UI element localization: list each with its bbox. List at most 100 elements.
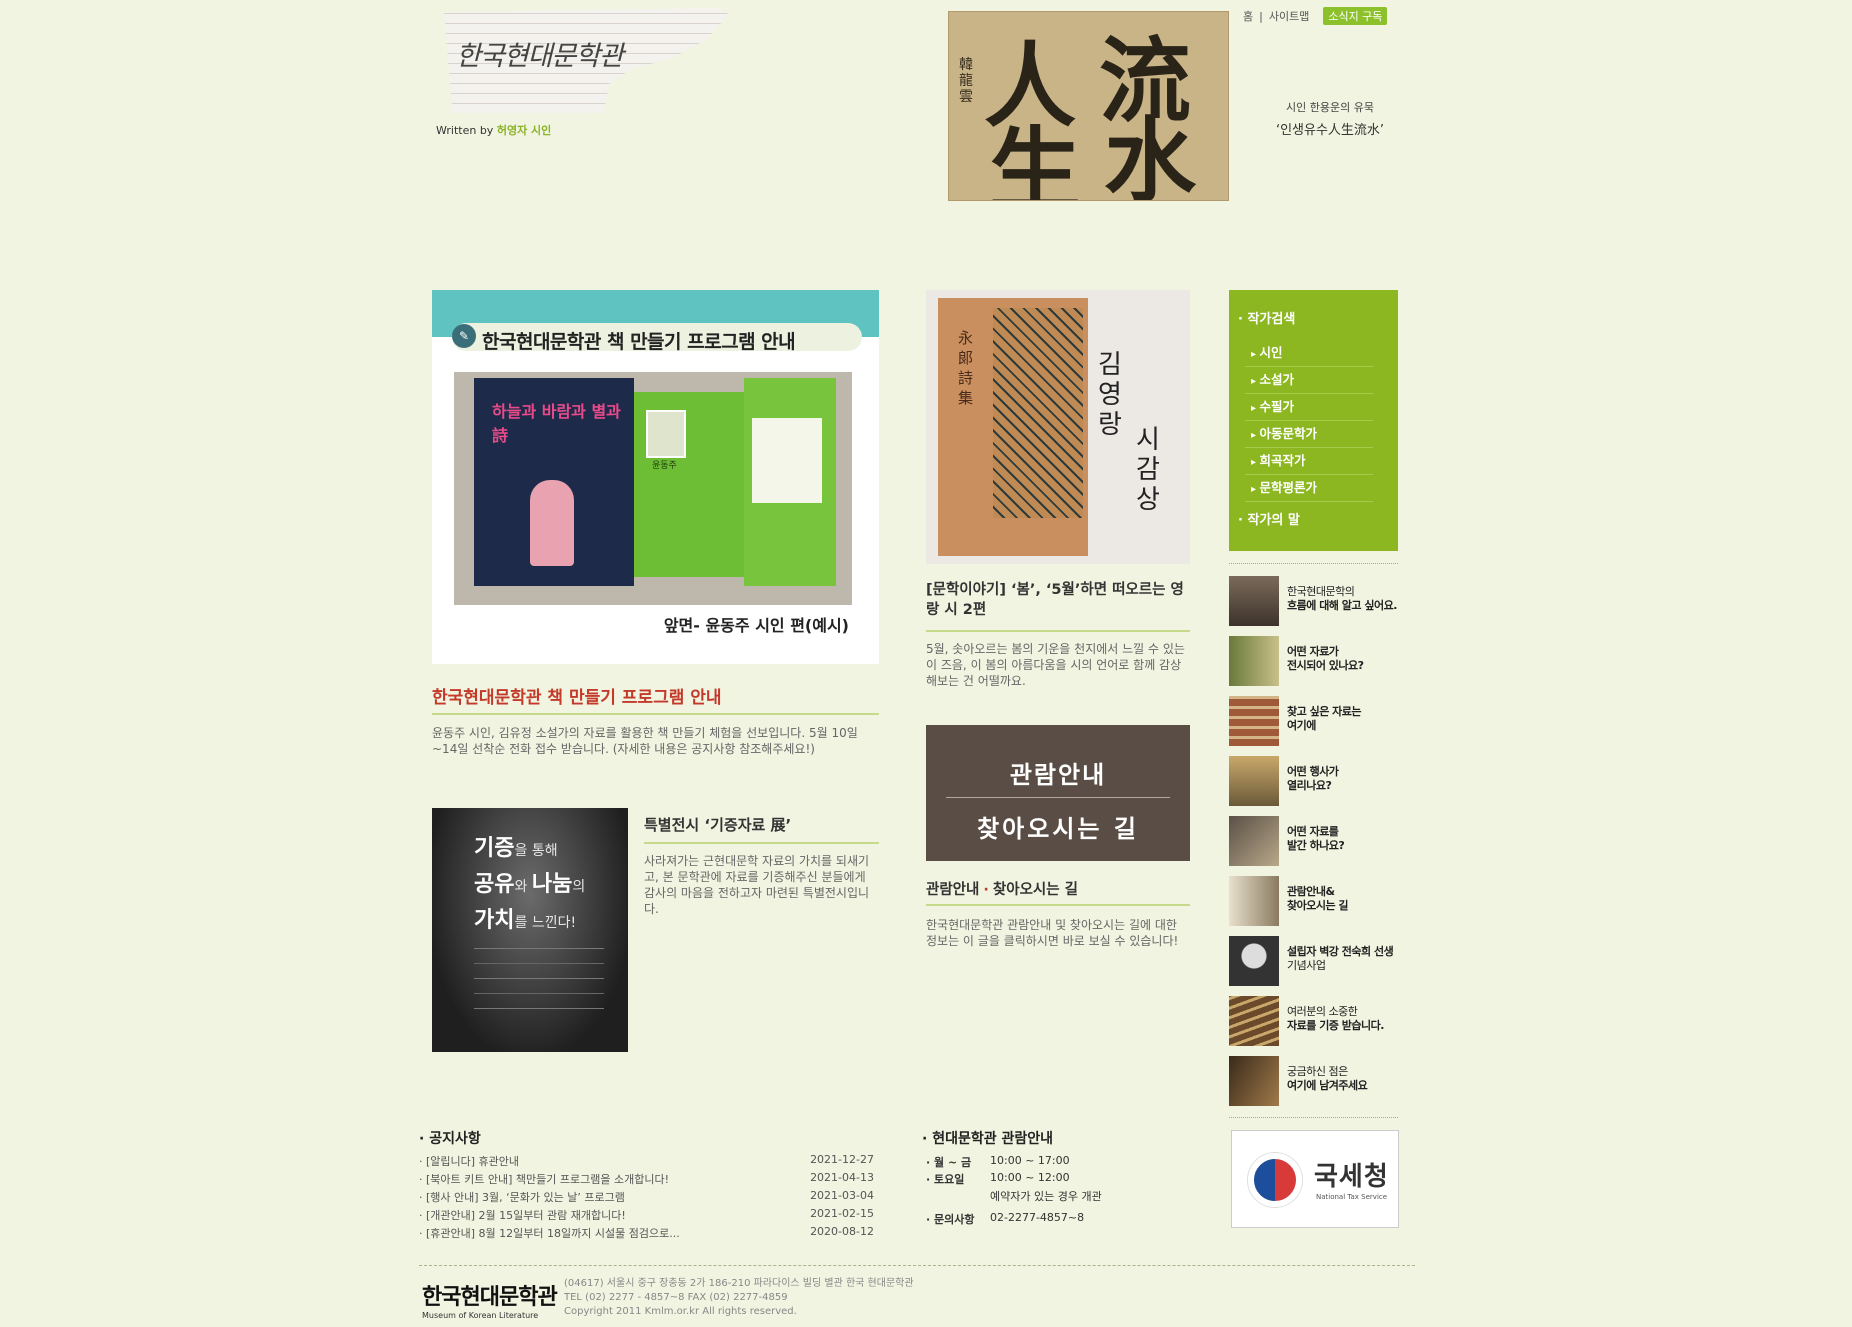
footer-copyright: Copyright 2011 Kmlm.or.kr All rights res…	[564, 1306, 797, 1317]
divider	[644, 842, 879, 844]
donation-exhibit-poster[interactable]: 기증을 통해 공유와 나눔의 가치를 느낀다!	[432, 808, 628, 1052]
footer-logo: 한국현대문학관 Museum of Korean Literature	[422, 1279, 558, 1320]
quicklink-inquiry[interactable]: 궁금하신 점은 여기에 남겨주세요	[1229, 1056, 1404, 1106]
subscribe-button[interactable]: 소식지 구독	[1323, 7, 1388, 25]
nts-subtitle: National Tax Service	[1316, 1193, 1388, 1201]
donation-exhibit-description: 사라져가는 근현대문학 자료의 가치를 되새기고, 본 문학관에 자료를 기증해…	[644, 854, 870, 916]
book-cover-text: 永郞詩集	[958, 329, 974, 407]
girl-figure-image	[530, 480, 574, 566]
book-program-description: 윤동주 시인, 김유정 소설가의 자료를 활용한 책 만들기 체험을 선보입니다…	[432, 726, 858, 756]
sidebar-item-essayist[interactable]: 수필가	[1245, 394, 1373, 421]
typewriter-thumbnail	[1229, 576, 1279, 626]
book-photo-caption: 앞면- 윤동주 시인 편(예시)	[663, 616, 849, 635]
site-logo[interactable]: 한국현대문학관	[456, 34, 624, 73]
visit-guide-image[interactable]: 관람안내 찾아오시는 길	[926, 725, 1190, 861]
quicklink-text: 궁금하신 점은 여기에 남겨주세요	[1287, 1065, 1368, 1092]
list-item[interactable]: · [휴관안내] 8월 12일부터 18일까지 시설물 점검으로... 2020-…	[419, 1225, 874, 1243]
quicklink-text: 여러분의 소중한 자료를 기증 받습니다.	[1287, 1005, 1384, 1032]
poster-text: 를 느낀다!	[514, 915, 577, 931]
visit-value: 10:00 ~ 17:00	[990, 1154, 1070, 1167]
visit-title-separator: ·	[983, 882, 989, 898]
visit-image-line1: 관람안내	[1009, 761, 1107, 789]
poster-word-share: 공유	[474, 872, 515, 897]
quicklink-events[interactable]: 어떤 행사가 열리나요?	[1229, 756, 1404, 806]
visit-value: 예약자가 있는 경우 개관	[990, 1190, 1102, 1203]
divider	[432, 713, 879, 715]
pens-thumbnail	[1229, 816, 1279, 866]
home-link[interactable]: 홈	[1243, 8, 1253, 24]
book-program-title[interactable]: 한국현대문학관 책 만들기 프로그램 안내	[432, 683, 722, 708]
calligraphy-caption-line1: 시인 한용운의 유묵	[1286, 101, 1374, 114]
quicklink-founder[interactable]: 설립자 벽강 전숙희 선생 기념사업	[1229, 936, 1404, 986]
quicklink-text: 어떤 자료가 전시되어 있나요?	[1287, 645, 1364, 672]
kimyoungrang-title[interactable]: [문학이야기] ‘봄’, ‘5월’하면 떠오르는 영랑 시 2편	[926, 580, 1190, 620]
divider	[1229, 563, 1398, 564]
quicklink-text: 찾고 싶은 자료는 여기에	[1287, 705, 1362, 732]
visit-label	[926, 1188, 990, 1205]
poster-text: 을 통해	[514, 843, 558, 859]
poster-word-donation: 기증	[474, 836, 515, 861]
sidebar-section-author-search[interactable]: · 작가검색	[1238, 308, 1295, 327]
poster-text: 와	[514, 879, 532, 895]
visit-image-line2: 찾아오시는 길	[977, 815, 1139, 843]
books-thumbnail	[1229, 696, 1279, 746]
list-item[interactable]: · [개관안내] 2월 15일부터 관람 재개합니다! 2021-02-15	[419, 1207, 874, 1225]
list-item[interactable]: · [행사 안내] 3월, ‘문화가 있는 날’ 프로그램 2021-03-04	[419, 1189, 874, 1207]
visit-value: 02-2277-4857~8	[990, 1211, 1085, 1224]
visit-title-part1: 관람안내	[926, 882, 980, 898]
calligraphy-char: 生	[989, 117, 1082, 201]
poster-text: 의	[572, 879, 586, 895]
quicklink-visit-guide[interactable]: 관람안내& 찾아오시는 길	[1229, 876, 1404, 926]
overlay-text-1: 김영랑	[1098, 350, 1122, 440]
donation-exhibit-title[interactable]: 특별전시 ‘기증자료 展’	[644, 814, 791, 835]
book-cover-left: 하늘과 바람과 별과 詩	[474, 378, 634, 586]
notices-list: · [알립니다] 휴관안내 2021-12-27 · [북아트 키트 안내] 책만…	[419, 1153, 874, 1243]
calligraphy-caption-line2: ‘인생유수人生流水’	[1275, 123, 1385, 138]
sidebar-section-authors-words[interactable]: · 작가의 말	[1238, 509, 1300, 528]
quicklink-text: 어떤 행사가 열리나요?	[1287, 765, 1339, 792]
book-program-image[interactable]: ✎ 한국현대문학관 책 만들기 프로그램 안내 하늘과 바람과 별과 詩 윤동주…	[432, 290, 879, 664]
manuscript-thumbnail	[1229, 636, 1279, 686]
visit-label: · 문의사항	[926, 1213, 975, 1226]
note-image	[752, 418, 822, 503]
quicklink-exhibits[interactable]: 어떤 자료가 전시되어 있나요?	[1229, 636, 1404, 686]
visit-value: 10:00 ~ 12:00	[990, 1171, 1070, 1184]
footer-logo-en: Museum of Korean Literature	[422, 1311, 539, 1320]
nts-banner[interactable]: 국세청 National Tax Service	[1231, 1130, 1399, 1228]
pencil-icon: ✎	[452, 324, 476, 348]
kimyoungrang-image[interactable]: 永郞詩集 김영랑 시감상	[926, 290, 1190, 564]
quicklink-donate[interactable]: 여러분의 소중한 자료를 기증 받습니다.	[1229, 996, 1404, 1046]
poster-word-giving: 나눔	[531, 872, 573, 897]
list-item[interactable]: · [북아트 키트 안내] 책만들기 프로그램을 소개합니다! 2021-04-1…	[419, 1171, 874, 1189]
quicklink-publications[interactable]: 어떤 자료를 발간 하나요?	[1229, 816, 1404, 866]
sidebar-item-playwright[interactable]: 희곡작가	[1245, 448, 1373, 475]
visit-label: · 월 ~ 금	[926, 1156, 972, 1169]
quicklink-literature-history[interactable]: 한국현대문학의 흐름에 대해 알고 싶어요.	[1229, 576, 1404, 626]
footer-logo-kr: 한국현대문학관	[422, 1285, 558, 1310]
separator: |	[1259, 9, 1263, 23]
kimyoungrang-description: 5월, 솟아오르는 봄의 기운을 천지에서 느낄 수 있는 이 즈음, 이 봄의…	[926, 642, 1185, 688]
sidebar-item-childrens-writer[interactable]: 아동문학가	[1245, 421, 1373, 448]
visit-guide-description: 한국현대문학관 관람안내 및 찾아오시는 길에 대한 정보는 이 글을 클릭하시…	[926, 918, 1179, 948]
written-by-prefix: Written by	[436, 124, 494, 137]
old-books-thumbnail	[1229, 996, 1279, 1046]
written-by: Written by 허영자 시인	[436, 122, 551, 138]
notices-heading: · 공지사항	[419, 1131, 481, 1147]
document-thumbnail	[1229, 876, 1279, 926]
sidebar-item-novelist[interactable]: 소설가	[1245, 367, 1373, 394]
divider	[926, 630, 1190, 632]
footer-address: (04617) 서울시 중구 장충동 2가 186-210 파라다이스 빌딩 별…	[564, 1277, 914, 1319]
poster-word-value: 가치	[474, 908, 515, 933]
sitemap-link[interactable]: 사이트맵	[1269, 8, 1309, 24]
calligraphy-image: 韓龍雲 人 流 生 水	[948, 11, 1229, 201]
visit-image-divider	[946, 797, 1170, 798]
sidebar-item-critic[interactable]: 문학평론가	[1245, 475, 1373, 502]
visit-guide-title[interactable]: 관람안내 · 찾아오시는 길	[926, 878, 1078, 899]
overlay-text-2: 시감상	[1136, 425, 1160, 515]
list-item[interactable]: · [알립니다] 휴관안내 2021-12-27	[419, 1153, 874, 1171]
quicklink-find-materials[interactable]: 찾고 싶은 자료는 여기에	[1229, 696, 1404, 746]
sidebar-item-poet[interactable]: 시인	[1245, 340, 1373, 367]
book-pattern	[993, 308, 1083, 518]
book-photo: 하늘과 바람과 별과 詩 윤동주	[454, 372, 852, 605]
banner-text: 한국현대문학관 책 만들기 프로그램 안내	[482, 331, 796, 353]
